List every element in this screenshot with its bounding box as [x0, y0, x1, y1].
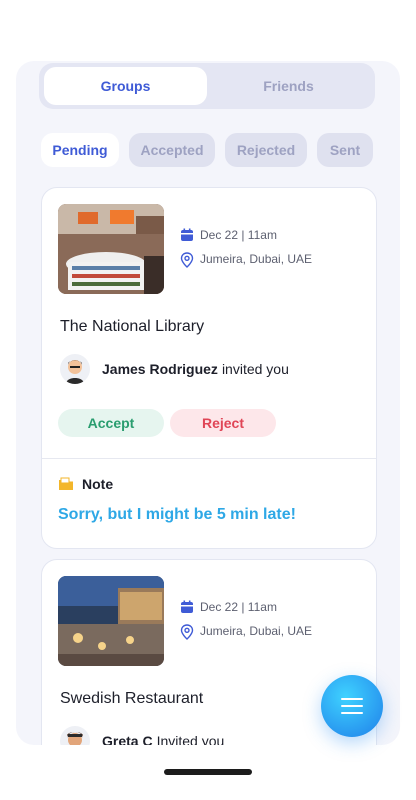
- event-title: The National Library: [60, 318, 205, 335]
- place-image: [58, 204, 164, 294]
- avatar: [60, 726, 90, 745]
- reject-button[interactable]: Reject: [170, 409, 276, 437]
- note-header: Note: [58, 476, 113, 492]
- calendar-icon: [180, 600, 194, 614]
- event-location: Jumeira, Dubai, UAE: [180, 624, 312, 640]
- event-date: Dec 22 | 11am: [180, 600, 277, 614]
- filter-accepted[interactable]: Accepted: [129, 133, 215, 167]
- menu-icon: [340, 697, 364, 715]
- accept-button[interactable]: Accept: [58, 409, 164, 437]
- filter-sent[interactable]: Sent: [317, 133, 373, 167]
- invited-text: invited you: [221, 361, 289, 377]
- event-date: Dec 22 | 11am: [180, 228, 277, 242]
- map-pin-icon: [180, 252, 194, 268]
- event-title: Swedish Restaurant: [60, 690, 204, 707]
- tab-switcher: Groups Friends: [39, 63, 375, 109]
- inviter-name: James Rodriguez: [102, 361, 218, 377]
- avatar: [60, 354, 90, 384]
- folder-note-icon: [58, 477, 74, 491]
- event-location: Jumeira, Dubai, UAE: [180, 252, 312, 268]
- divider: [42, 458, 376, 459]
- calendar-icon: [180, 228, 194, 242]
- tab-groups[interactable]: Groups: [44, 67, 207, 105]
- place-image: [58, 576, 164, 666]
- inviter-row: Greta C Invited you: [60, 726, 224, 745]
- invite-card[interactable]: Dec 22 | 11am Jumeira, Dubai, UAE The Na…: [41, 187, 377, 549]
- filter-pending[interactable]: Pending: [41, 133, 119, 167]
- home-indicator[interactable]: [164, 769, 252, 775]
- invited-text: Invited you: [156, 733, 225, 745]
- map-pin-icon: [180, 624, 194, 640]
- note-text: Sorry, but I might be 5 min late!: [58, 506, 296, 523]
- inviter-name: Greta C: [102, 733, 153, 745]
- inviter-row: James Rodriguez invited you: [60, 354, 289, 384]
- tab-friends[interactable]: Friends: [207, 67, 370, 105]
- menu-fab-button[interactable]: [321, 675, 383, 737]
- invites-panel: Groups Friends Pending Accepted Rejected…: [16, 61, 400, 745]
- filter-rejected[interactable]: Rejected: [225, 133, 307, 167]
